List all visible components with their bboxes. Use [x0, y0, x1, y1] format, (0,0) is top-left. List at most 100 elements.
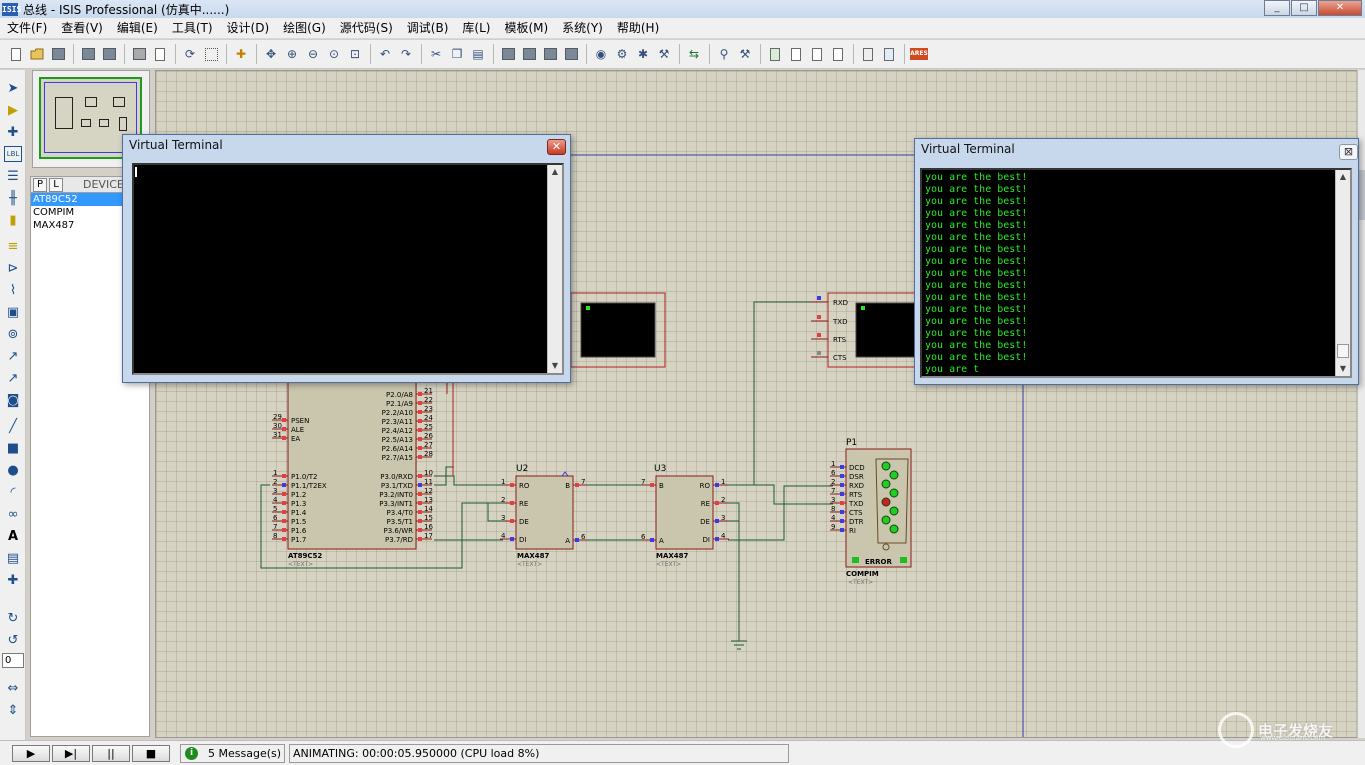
package-icon[interactable]: ✱ — [633, 44, 653, 64]
mirror-x-icon[interactable]: ⇔ — [4, 680, 22, 696]
rotate-cw-icon[interactable]: ↻ — [4, 610, 22, 626]
marker-icon[interactable]: ✚ — [4, 572, 22, 588]
component-mode-icon[interactable]: ▶ — [4, 102, 22, 118]
wire-label-icon[interactable]: LBL — [4, 146, 22, 162]
terminal-icon[interactable]: ≡ — [4, 238, 22, 254]
open-folder-icon[interactable] — [27, 44, 47, 64]
menu-graph[interactable]: 绘图(G) — [276, 18, 333, 39]
virtual-terminal-window-1[interactable]: Virtual Terminal ✕ ▲ ▼ — [122, 134, 571, 383]
terminal-scroll-thumb[interactable] — [1337, 344, 1349, 358]
decompose-icon[interactable]: ⚒ — [654, 44, 674, 64]
selection-mode-icon[interactable]: ➤ — [4, 80, 22, 96]
menu-design[interactable]: 设计(D) — [220, 18, 277, 39]
menu-tools[interactable]: 工具(T) — [165, 18, 220, 39]
menu-edit[interactable]: 编辑(E) — [110, 18, 165, 39]
terminal-close-button[interactable]: ✕ — [547, 139, 566, 155]
new-file-icon[interactable] — [6, 44, 26, 64]
messages-indicator[interactable]: i 5 Message(s) — [180, 743, 285, 763]
block-move-icon[interactable] — [519, 44, 539, 64]
arc-icon[interactable]: ◜ — [4, 484, 22, 500]
canvas-scroll-thumb[interactable] — [1359, 170, 1365, 220]
drc-icon[interactable] — [828, 44, 848, 64]
pan-icon[interactable]: ✥ — [261, 44, 281, 64]
menu-debug[interactable]: 调试(B) — [400, 18, 456, 39]
menu-source[interactable]: 源代码(S) — [333, 18, 400, 39]
rotation-input[interactable]: 0 — [2, 653, 24, 668]
export-ares-icon[interactable] — [879, 44, 899, 64]
subcircuit-icon[interactable]: ▮ — [4, 212, 22, 228]
scroll-up-arrow-icon[interactable]: ▲ — [548, 165, 562, 179]
menu-view[interactable]: 查看(V) — [54, 18, 110, 39]
zoom-all-icon[interactable]: ⊙ — [324, 44, 344, 64]
scroll-down-arrow-icon[interactable]: ▼ — [548, 359, 562, 373]
block-copy-icon[interactable] — [498, 44, 518, 64]
device-pin-icon[interactable]: ⊳ — [4, 260, 22, 276]
print-setup-icon[interactable] — [150, 44, 170, 64]
import-icon[interactable] — [78, 44, 98, 64]
menu-help[interactable]: 帮助(H) — [610, 18, 666, 39]
property-tool-icon[interactable]: ⚒ — [735, 44, 755, 64]
close-button[interactable]: ✕ — [1318, 0, 1362, 16]
play-button[interactable]: ▶ — [12, 744, 50, 762]
export-icon[interactable] — [99, 44, 119, 64]
redo-icon[interactable]: ↷ — [396, 44, 416, 64]
symbol-icon[interactable]: ▤ — [4, 550, 22, 566]
generator-icon[interactable]: ⊚ — [4, 326, 22, 342]
wire-autorouter-icon[interactable]: ⇆ — [684, 44, 704, 64]
voltage-probe-icon[interactable]: ↗ — [4, 348, 22, 364]
tape-recorder-icon[interactable]: ▣ — [4, 304, 22, 320]
library-manager-tab[interactable]: L — [49, 177, 63, 192]
terminal-screen[interactable]: you are the best! you are the best! you ar… — [920, 168, 1352, 378]
text-script-icon[interactable]: ☰ — [4, 168, 22, 184]
terminal-screen[interactable]: ▲ ▼ — [132, 163, 564, 375]
scroll-up-arrow-icon[interactable]: ▲ — [1336, 170, 1350, 184]
path-icon[interactable]: ∞ — [4, 506, 22, 522]
graph-icon[interactable]: ⌇ — [4, 282, 22, 298]
save-icon[interactable] — [48, 44, 68, 64]
current-probe-icon[interactable]: ↗ — [4, 370, 22, 386]
copy-icon[interactable]: ❐ — [447, 44, 467, 64]
block-rotate-icon[interactable] — [540, 44, 560, 64]
grid-icon[interactable] — [201, 44, 221, 64]
bus-icon[interactable]: ╫ — [4, 190, 22, 206]
pick-device-icon[interactable]: ◉ — [591, 44, 611, 64]
mirror-y-icon[interactable]: ⇕ — [4, 702, 22, 718]
erc-icon[interactable] — [807, 44, 827, 64]
terminal-scrollbar[interactable]: ▲ ▼ — [1335, 170, 1350, 376]
terminal-scrollbar[interactable]: ▲ ▼ — [547, 165, 562, 373]
zoom-out-icon[interactable]: ⊖ — [303, 44, 323, 64]
box-icon[interactable]: ■ — [4, 440, 22, 456]
pick-device-tab[interactable]: P — [33, 177, 47, 192]
pause-button[interactable]: || — [92, 744, 130, 762]
virtual-instrument-icon[interactable]: ◙ — [4, 392, 22, 408]
print-icon[interactable] — [129, 44, 149, 64]
text-icon[interactable]: A — [4, 528, 22, 544]
terminal-close-button[interactable]: ⊠ — [1339, 144, 1358, 160]
rotate-ccw-icon[interactable]: ↺ — [4, 632, 22, 648]
menu-library[interactable]: 库(L) — [455, 18, 497, 39]
refresh-icon[interactable]: ⟳ — [180, 44, 200, 64]
cut-icon[interactable]: ✂ — [426, 44, 446, 64]
ares-icon[interactable]: ARES — [909, 44, 929, 64]
zoom-area-icon[interactable]: ⊡ — [345, 44, 365, 64]
junction-icon[interactable]: ✚ — [4, 124, 22, 140]
stop-button[interactable]: ■ — [132, 744, 170, 762]
menu-file[interactable]: 文件(F) — [0, 18, 54, 39]
block-delete-icon[interactable] — [561, 44, 581, 64]
circle-icon[interactable]: ● — [4, 462, 22, 478]
menu-system[interactable]: 系统(Y) — [555, 18, 610, 39]
search-icon[interactable]: ⚲ — [714, 44, 734, 64]
zoom-in-icon[interactable]: ⊕ — [282, 44, 302, 64]
bom-icon[interactable] — [786, 44, 806, 64]
undo-icon[interactable]: ↶ — [375, 44, 395, 64]
step-button[interactable]: ▶| — [52, 744, 90, 762]
netlist-ares-icon[interactable] — [858, 44, 878, 64]
origin-icon[interactable]: ✚ — [231, 44, 251, 64]
virtual-terminal-window-2[interactable]: Virtual Terminal ⊠ you are the best! you … — [914, 138, 1359, 385]
maximize-button[interactable]: □ — [1291, 0, 1317, 16]
paste-icon[interactable]: ▤ — [468, 44, 488, 64]
netlist-icon[interactable] — [765, 44, 785, 64]
line-icon[interactable]: ╱ — [4, 418, 22, 434]
make-device-icon[interactable]: ⚙ — [612, 44, 632, 64]
scroll-down-arrow-icon[interactable]: ▼ — [1336, 362, 1350, 376]
